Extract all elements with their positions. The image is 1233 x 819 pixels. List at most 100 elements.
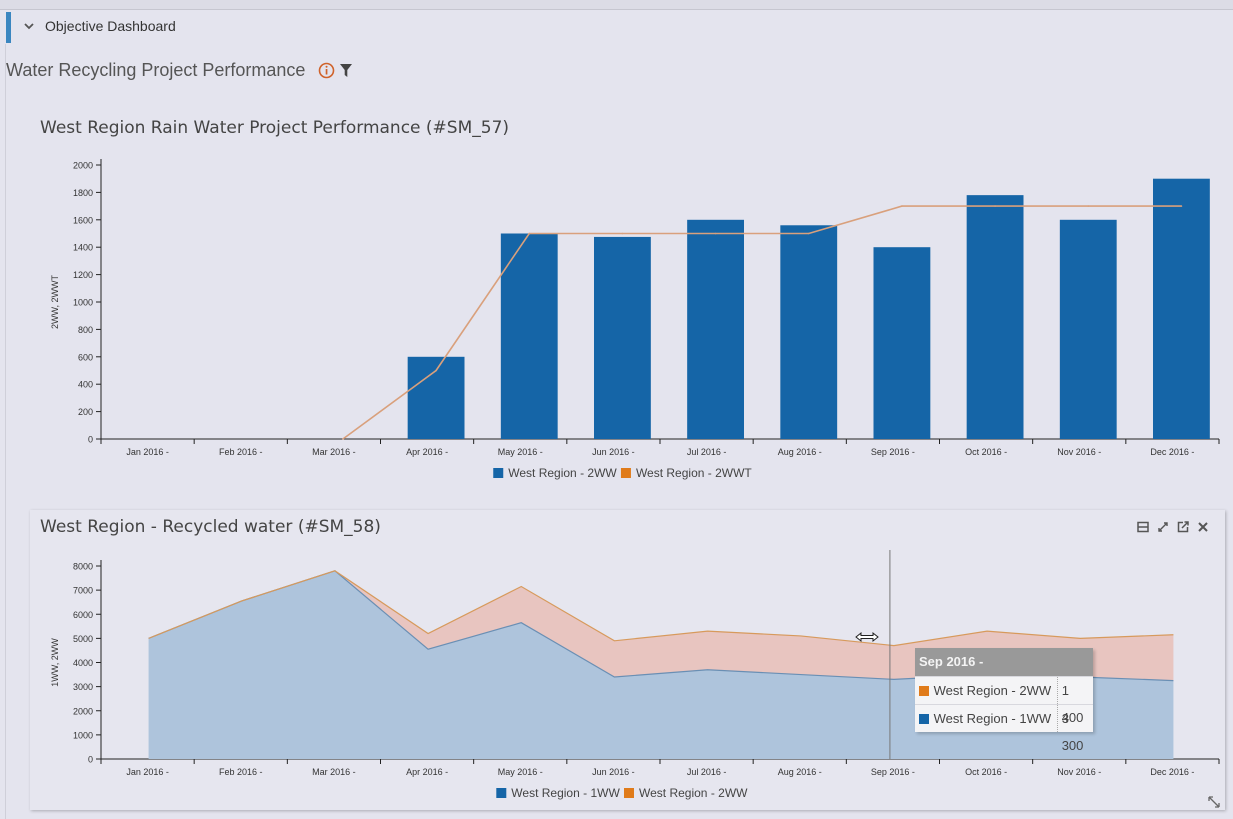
y-tick-label: 1400 [73,243,93,253]
expand-icon[interactable] [1156,520,1170,534]
x-tick-label: Nov 2016 - [1057,447,1101,457]
x-tick-label: Apr 2016 - [406,767,448,777]
y-tick-label: 6000 [73,610,93,620]
x-tick-label: Dec 2016 - [1150,767,1194,777]
y-tick-label: 600 [78,352,93,362]
line-2wwt [342,205,1182,440]
x-tick-label: Jul 2016 - [687,767,727,777]
point-2wwt [714,232,717,235]
top-strip [0,0,1233,10]
bar-2ww [966,195,1024,439]
tooltip-swatch-1ww [919,713,929,724]
point-2wwt [528,232,531,235]
y-tick-label: 1000 [73,730,93,740]
legend-label: West Region - 1WW [511,786,620,800]
tooltip-row: West Region - 2WW 1 400 [915,676,1093,725]
y-tick-label: 2000 [73,706,93,716]
legend-label: West Region - 2WW [508,466,617,480]
info-icon[interactable] [318,62,335,79]
tooltip-row: West Region - 1WW 3 300 [915,704,1093,753]
y-tick-label: 1800 [73,188,93,198]
point-2wwt [621,232,624,235]
tooltip-label: West Region - 1WW [933,711,1052,726]
collapse-icon[interactable] [1136,520,1150,534]
bar-2ww [1059,219,1117,439]
legend-swatch [493,468,504,478]
bar-2ww [780,225,838,439]
point-2wwt [435,369,437,372]
y-tick-label: 0 [88,435,93,445]
x-tick-label: May 2016 - [498,447,543,457]
panel-toolbar [1136,520,1210,534]
x-tick-label: Sep 2016 - [871,767,915,777]
bar-2ww [1153,178,1210,439]
x-tick-label: Mar 2016 - [312,767,356,777]
tooltip-swatch-2ww [919,685,929,696]
chart1-title: West Region Rain Water Project Performan… [40,118,510,138]
bar-2ww [873,247,931,439]
y-tick-label: 4000 [73,658,93,668]
x-tick-label: Apr 2016 - [406,447,448,457]
legend-swatch [620,468,631,478]
bar-2ww [687,219,744,439]
y-tick-label: 1600 [73,215,93,225]
tooltip-title: Sep 2016 - [915,648,1093,676]
y-tick-label: 3000 [73,682,93,692]
filter-icon[interactable] [339,63,353,78]
y-tick-label: 2000 [73,161,93,171]
x-tick-label: Jul 2016 - [687,447,727,457]
y-tick-label: 8000 [73,562,93,572]
y-tick-label: 1000 [73,298,93,308]
x-tick-label: Feb 2016 - [219,447,263,457]
point-2wwt [994,205,996,207]
tooltip-value: 3 300 [1056,705,1093,753]
point-2wwt [901,205,903,207]
legend-label: West Region - 2WWT [636,466,752,480]
point-2wwt [807,232,810,235]
point-2wwt [1087,205,1090,207]
y-tick-label: 5000 [73,634,93,644]
chevron-down-icon[interactable] [22,20,36,32]
x-tick-label: Jun 2016 - [592,767,635,777]
x-tick-label: Oct 2016 - [965,447,1007,457]
tooltip-value: 1 400 [1056,677,1093,725]
x-tick-label: Sep 2016 - [871,447,915,457]
x-tick-label: Jan 2016 - [126,767,169,777]
x-tick-label: Mar 2016 - [312,447,356,457]
tooltip-label: West Region - 2WW [933,683,1052,698]
chart2-title: West Region - Recycled water (#SM_58) [40,517,381,537]
y-tick-label: 1200 [73,270,93,280]
y-tick-label: 400 [78,380,93,390]
y-axis-label: 1WW, 2WW [50,638,60,687]
bar-2ww [500,233,558,439]
legend-swatch [496,788,507,798]
x-tick-label: Jun 2016 - [592,447,635,457]
resize-handle-icon[interactable] [1207,795,1221,809]
resize-cursor-icon [855,631,879,643]
external-link-icon[interactable] [1176,520,1190,534]
x-tick-label: Jan 2016 - [126,447,169,457]
point-2wwt [342,438,344,440]
x-tick-label: Dec 2016 - [1150,447,1194,457]
chart2-tooltip: Sep 2016 - West Region - 2WW 1 400 West … [915,648,1093,753]
bar-2ww [594,236,651,439]
section-accent-bar [6,12,11,43]
legend-swatch [624,788,634,798]
y-tick-label: 7000 [73,586,93,596]
y-tick-label: 800 [78,325,93,335]
y-axis-label: 2WW, 2WWT [50,275,60,329]
x-tick-label: Nov 2016 - [1057,767,1101,777]
y-tick-label: 0 [88,755,93,765]
section-title: Objective Dashboard [45,18,176,34]
legend-label: West Region - 2WW [639,786,748,800]
page-title: Water Recycling Project Performance [6,60,306,80]
x-tick-label: Oct 2016 - [965,767,1007,777]
x-tick-label: Aug 2016 - [778,447,822,457]
chart1-svg: 0 200 400 600 800 1000 1200 1400 1600 1800 2000 Jan… [50,159,1220,480]
close-icon[interactable] [1196,520,1210,534]
x-tick-label: May 2016 - [498,767,543,777]
x-tick-label: Feb 2016 - [219,767,263,777]
section-header[interactable]: Objective Dashboard [6,10,1233,43]
y-tick-label: 200 [78,407,93,417]
x-tick-label: Aug 2016 - [778,767,822,777]
